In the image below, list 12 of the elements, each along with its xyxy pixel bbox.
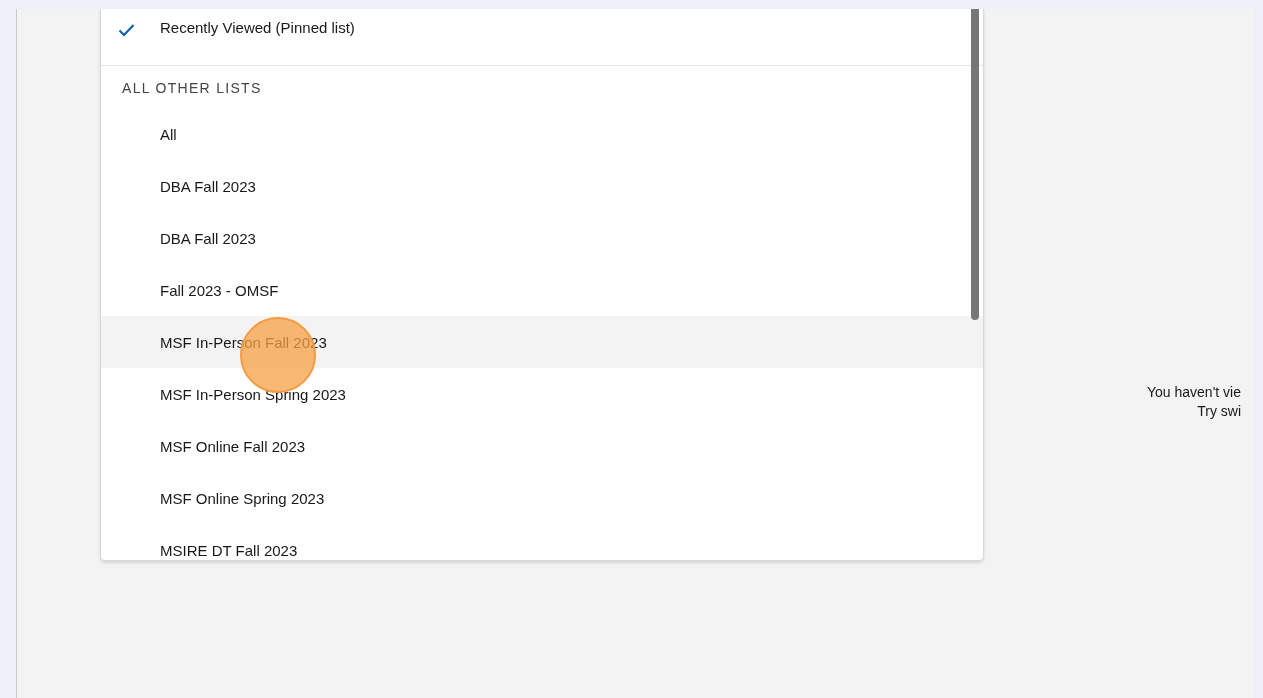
list-option[interactable]: MSF Online Spring 2023	[101, 472, 983, 524]
list-option[interactable]: DBA Fall 2023	[101, 212, 983, 264]
empty-state-text: You haven't vie	[1147, 383, 1241, 402]
section-header: ALL OTHER LISTS	[121, 79, 263, 98]
list-option[interactable]: Fall 2023 - OMSF	[101, 264, 983, 316]
list-option[interactable]: All	[101, 108, 983, 160]
empty-state-text: Try swi	[1197, 402, 1241, 421]
scrollbar-thumb[interactable]	[971, 9, 979, 320]
list-option[interactable]: MSIRE DT Fall 2023	[101, 524, 983, 560]
list-option[interactable]: MSF In-Person Spring 2023	[101, 368, 983, 420]
list-option[interactable]: DBA Fall 2023	[101, 160, 983, 212]
list-option[interactable]: MSF Online Fall 2023	[101, 420, 983, 472]
